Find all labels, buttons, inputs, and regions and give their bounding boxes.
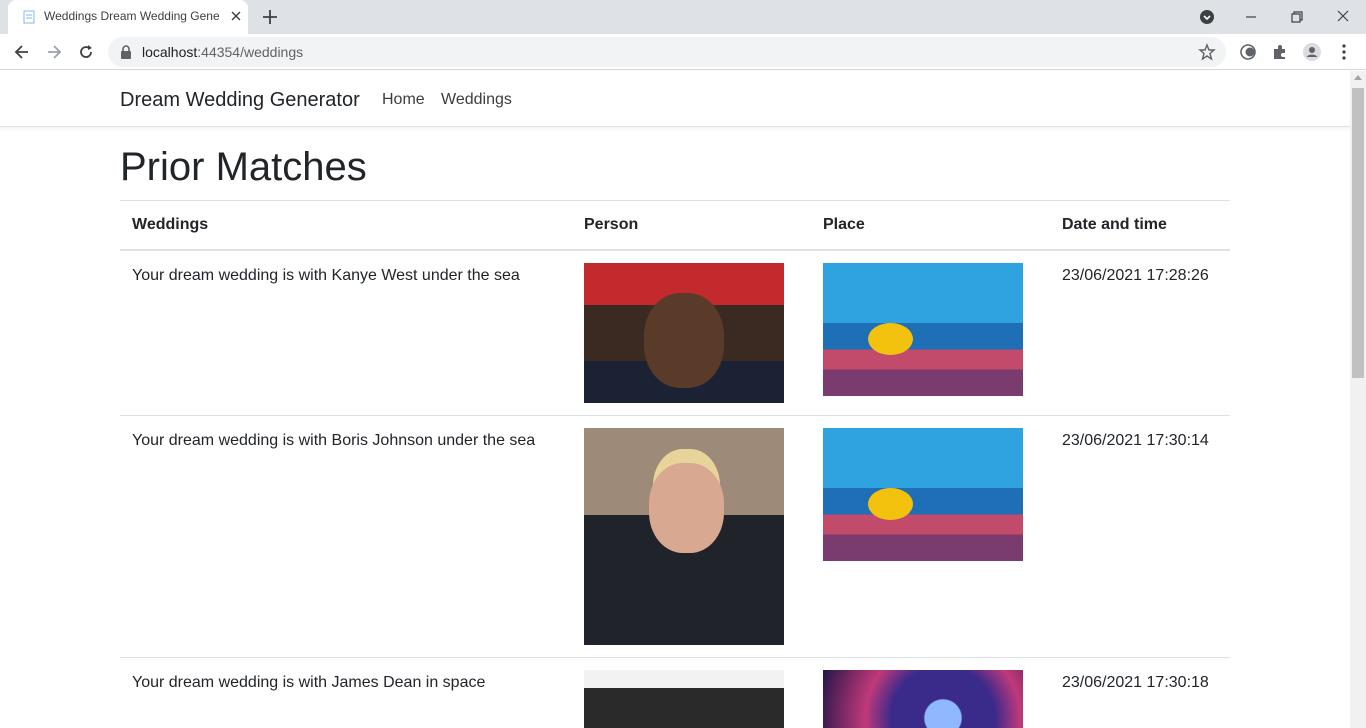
- nav-link-home[interactable]: Home: [382, 91, 425, 109]
- table-row: Your dream wedding is with James Dean in…: [120, 656, 1230, 728]
- place-photo: [823, 669, 1023, 728]
- wedding-datetime: 23/06/2021 17:30:14: [1050, 414, 1230, 657]
- extensions-puzzle-icon[interactable]: [1270, 42, 1290, 62]
- bookmark-star-icon[interactable]: [1198, 43, 1216, 61]
- person-photo: [584, 427, 784, 645]
- browser-tab[interactable]: Weddings Dream Wedding Gene: [8, 0, 248, 34]
- close-tab-icon[interactable]: [228, 8, 244, 24]
- page-title: Prior Matches: [120, 145, 367, 189]
- place-cell: [811, 656, 1050, 728]
- place-cell: [811, 249, 1050, 415]
- restore-icon[interactable]: [1286, 6, 1308, 28]
- tab-search-icon[interactable]: [1196, 6, 1218, 28]
- address-bar[interactable]: localhost:44354/weddings: [108, 37, 1226, 67]
- url-path: :44354/weddings: [197, 44, 304, 60]
- extension-moon-icon[interactable]: [1238, 42, 1258, 62]
- scroll-up-arrow-icon[interactable]: [1354, 75, 1362, 80]
- menu-kebab-icon[interactable]: [1334, 42, 1354, 62]
- url-host: localhost: [142, 44, 198, 60]
- browser-toolbar: localhost:44354/weddings: [0, 34, 1366, 70]
- column-header-person: Person: [572, 200, 811, 251]
- url-text[interactable]: localhost:44354/weddings: [142, 44, 303, 60]
- place-cell: [811, 414, 1050, 657]
- person-photo: [584, 262, 784, 403]
- close-window-icon[interactable]: [1332, 6, 1354, 28]
- place-photo: [823, 427, 1023, 561]
- person-cell: [572, 656, 811, 728]
- lock-icon[interactable]: [120, 45, 132, 59]
- table-row: Your dream wedding is with Boris Johnson…: [120, 414, 1230, 657]
- minimize-icon[interactable]: [1240, 6, 1262, 28]
- nav-link-weddings[interactable]: Weddings: [441, 91, 512, 109]
- wedding-description: Your dream wedding is with Boris Johnson…: [120, 414, 572, 657]
- person-cell: [572, 414, 811, 657]
- back-icon[interactable]: [12, 42, 32, 62]
- place-photo: [823, 262, 1023, 396]
- wedding-datetime: 23/06/2021 17:30:18: [1050, 656, 1230, 728]
- tab-title: Weddings Dream Wedding Gene: [44, 9, 220, 23]
- scrollbar-thumb[interactable]: [1352, 88, 1364, 378]
- column-header-date-time: Date and time: [1050, 200, 1230, 251]
- new-tab-icon[interactable]: [260, 7, 280, 27]
- page-viewport: Dream Wedding Generator Home Weddings Pr…: [0, 71, 1350, 728]
- table-row: Your dream wedding is with Kanye West un…: [120, 249, 1230, 415]
- table-header-row: Weddings Person Place Date and time: [120, 200, 1230, 251]
- person-photo: [584, 669, 784, 728]
- site-navbar: Dream Wedding Generator Home Weddings: [0, 71, 1350, 127]
- weddings-table: Weddings Person Place Date and time Your…: [120, 200, 1230, 728]
- column-header-weddings: Weddings: [120, 200, 572, 251]
- navbar-brand[interactable]: Dream Wedding Generator: [120, 89, 360, 112]
- page-icon: [23, 10, 35, 24]
- profile-avatar-icon[interactable]: [1302, 42, 1322, 62]
- page-scrollbar[interactable]: [1350, 71, 1366, 728]
- wedding-datetime: 23/06/2021 17:28:26: [1050, 249, 1230, 415]
- wedding-description: Your dream wedding is with Kanye West un…: [120, 249, 572, 415]
- person-cell: [572, 249, 811, 415]
- reload-icon[interactable]: [76, 42, 96, 62]
- wedding-description: Your dream wedding is with James Dean in…: [120, 656, 572, 728]
- browser-tab-strip: Weddings Dream Wedding Gene: [0, 0, 1366, 34]
- forward-icon[interactable]: [44, 42, 64, 62]
- column-header-place: Place: [811, 200, 1050, 251]
